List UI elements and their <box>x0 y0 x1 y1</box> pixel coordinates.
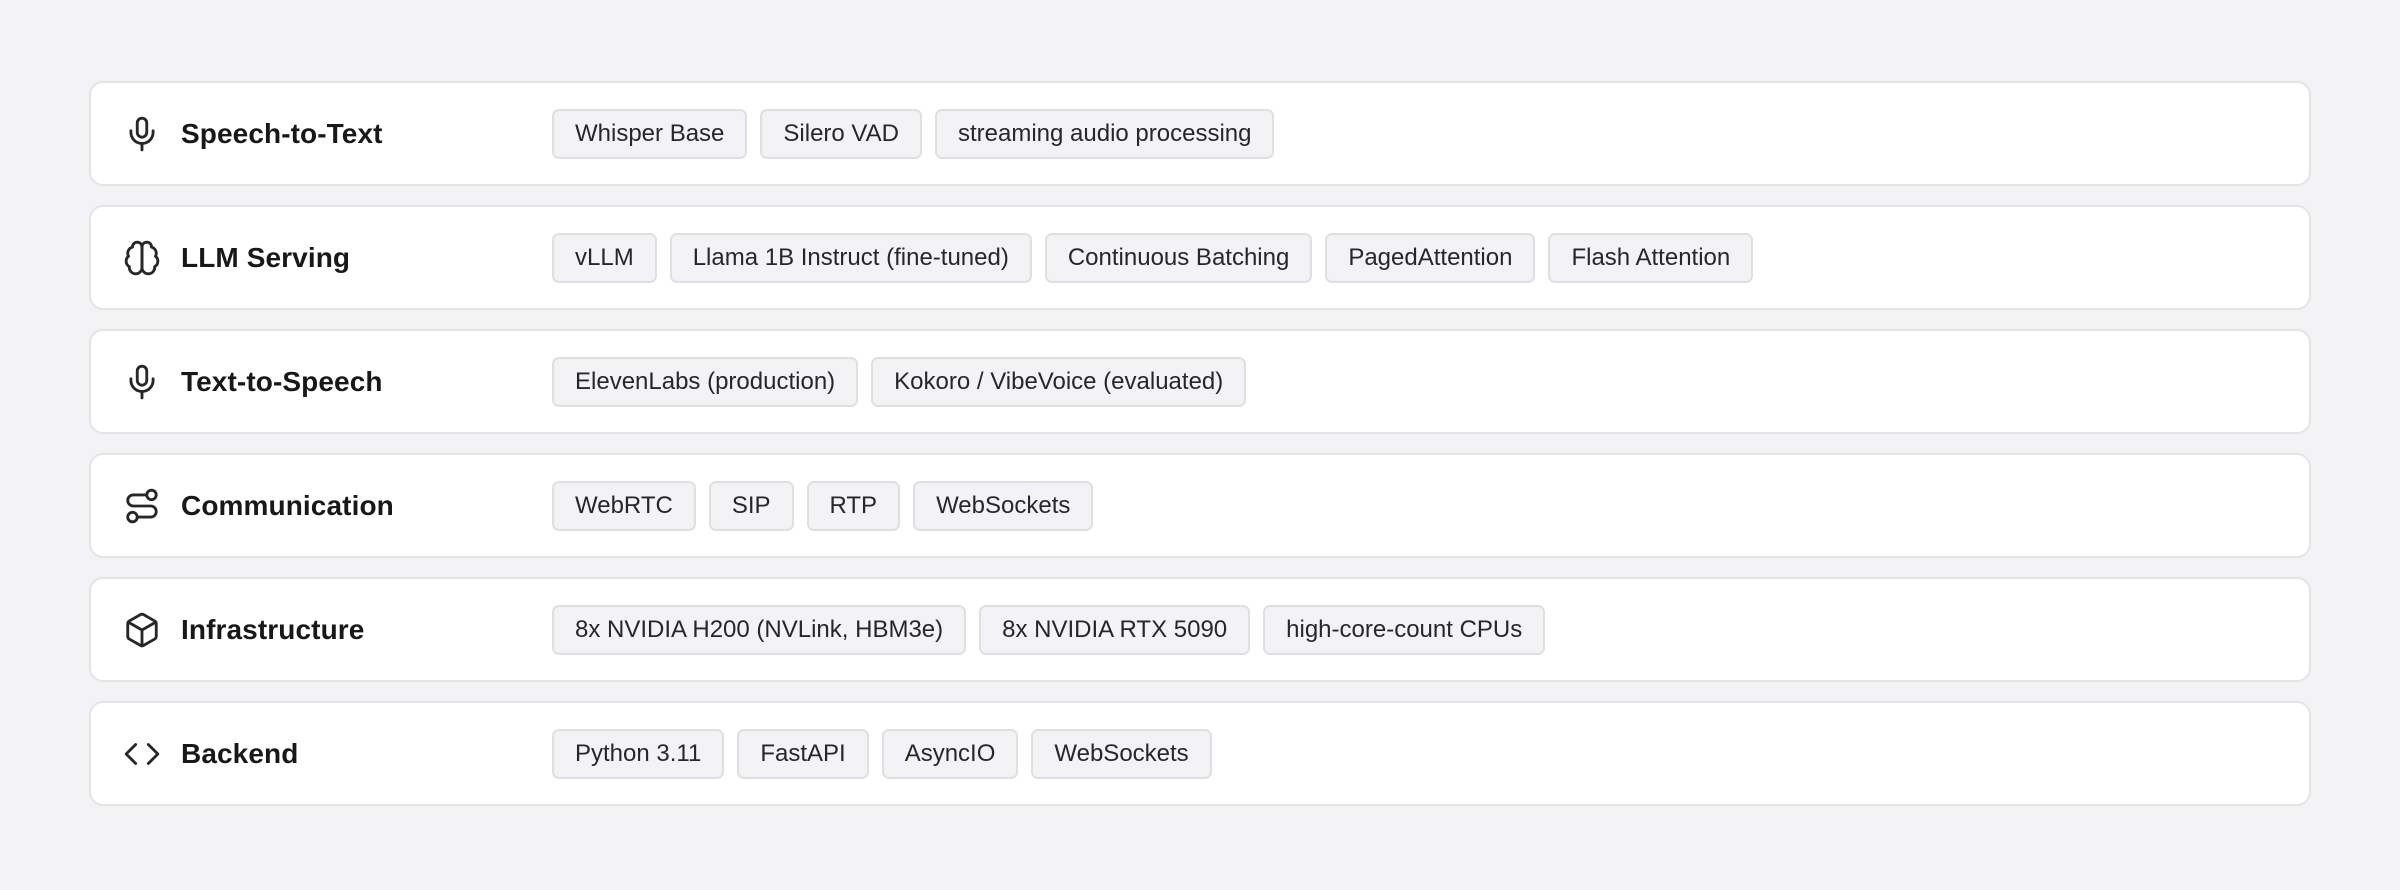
tech-tag: high-core-count CPUs <box>1263 604 1546 655</box>
brain-icon <box>123 239 161 277</box>
stack-row-speech-to-text: Speech-to-Text Whisper Base Silero VAD s… <box>89 81 2311 186</box>
tech-tag: SIP <box>708 480 794 531</box>
tech-tag: Python 3.11 <box>552 728 725 779</box>
tag-list: WebRTC SIP RTP WebSockets <box>552 480 1106 531</box>
tech-tag: WebRTC <box>552 480 696 531</box>
microphone-icon <box>123 363 161 401</box>
tech-tag: streaming audio processing <box>934 108 1275 159</box>
tech-tag: 8x NVIDIA H200 (NVLink, HBM3e) <box>552 604 967 655</box>
tech-tag: Whisper Base <box>552 108 748 159</box>
box-icon <box>123 611 161 649</box>
stack-row-infrastructure: Infrastructure 8x NVIDIA H200 (NVLink, H… <box>89 577 2311 682</box>
stack-row-text-to-speech: Text-to-Speech ElevenLabs (production) K… <box>89 329 2311 434</box>
microphone-icon <box>123 115 161 153</box>
tech-tag: RTP <box>806 480 901 531</box>
tech-tag: ElevenLabs (production) <box>552 356 859 407</box>
stack-category-title: Communication <box>181 489 394 521</box>
tech-tag: Silero VAD <box>760 108 922 159</box>
tag-list: vLLM Llama 1B Instruct (fine-tuned) Cont… <box>552 232 1766 283</box>
tech-tag: Llama 1B Instruct (fine-tuned) <box>669 232 1032 283</box>
stack-row-backend: Backend Python 3.11 FastAPI AsyncIO WebS… <box>89 701 2311 806</box>
route-icon <box>123 487 161 525</box>
stack-category: Text-to-Speech <box>123 363 552 401</box>
tag-list: Python 3.11 FastAPI AsyncIO WebSockets <box>552 728 1225 779</box>
stack-category: Communication <box>123 487 552 525</box>
tech-tag: PagedAttention <box>1325 232 1536 283</box>
stack-category-title: Backend <box>181 737 299 769</box>
stack-row-communication: Communication WebRTC SIP RTP WebSockets <box>89 453 2311 558</box>
code-icon <box>123 735 161 773</box>
stack-category-title: LLM Serving <box>181 241 351 273</box>
tech-tag: vLLM <box>552 232 657 283</box>
tech-tag: WebSockets <box>1031 728 1212 779</box>
tag-list: Whisper Base Silero VAD streaming audio … <box>552 108 1287 159</box>
stack-category: Speech-to-Text <box>123 115 552 153</box>
tech-tag: 8x NVIDIA RTX 5090 <box>979 604 1251 655</box>
tag-list: 8x NVIDIA H200 (NVLink, HBM3e) 8x NVIDIA… <box>552 604 1558 655</box>
stack-category-title: Text-to-Speech <box>181 365 383 397</box>
stack-category: Infrastructure <box>123 611 552 649</box>
tech-tag: AsyncIO <box>881 728 1019 779</box>
tech-tag: Continuous Batching <box>1044 232 1313 283</box>
tech-stack-list: Speech-to-Text Whisper Base Silero VAD s… <box>89 81 2311 825</box>
stack-category-title: Speech-to-Text <box>181 117 383 149</box>
tech-tag: Kokoro / VibeVoice (evaluated) <box>871 356 1247 407</box>
stack-category: Backend <box>123 735 552 773</box>
stack-category: LLM Serving <box>123 239 552 277</box>
stack-row-llm-serving: LLM Serving vLLM Llama 1B Instruct (fine… <box>89 205 2311 310</box>
tag-list: ElevenLabs (production) Kokoro / VibeVoi… <box>552 356 1259 407</box>
stack-category-title: Infrastructure <box>181 613 365 645</box>
tech-tag: FastAPI <box>737 728 869 779</box>
tech-tag: WebSockets <box>913 480 1094 531</box>
tech-tag: Flash Attention <box>1548 232 1754 283</box>
